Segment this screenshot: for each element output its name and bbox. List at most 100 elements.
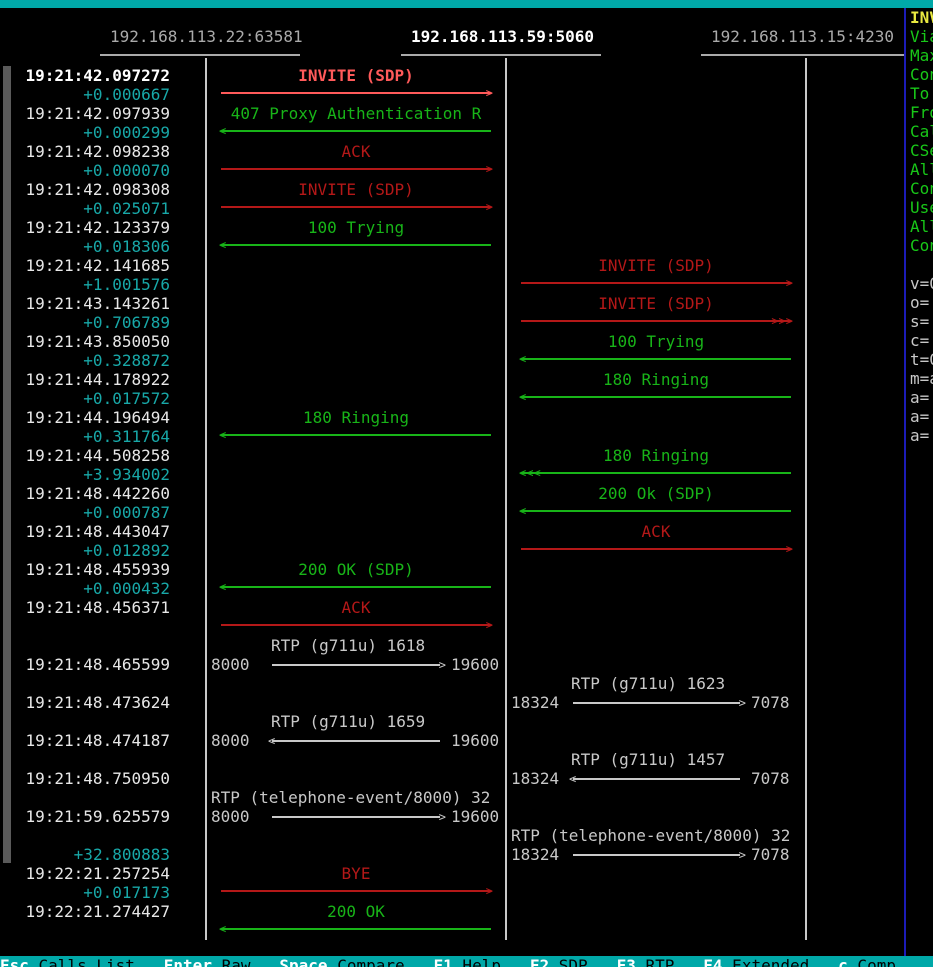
message-label[interactable]: INVITE (SDP) [221, 66, 491, 85]
timestamp[interactable]: 19:21:44.178922 [26, 370, 171, 389]
rtp-label[interactable]: RTP (g711u) 1457 [571, 750, 725, 769]
footer-label: Raw [211, 956, 251, 967]
timestamp[interactable]: 19:21:48.474187 [26, 731, 171, 750]
raw-line: Cal [910, 122, 933, 141]
rtp-label[interactable]: RTP (g711u) 1623 [571, 674, 725, 693]
raw-line: Via [910, 27, 933, 46]
timestamp[interactable]: 19:21:44.508258 [26, 446, 171, 465]
arrow-head-right-icon: > [785, 542, 793, 556]
message-label[interactable]: BYE [221, 864, 491, 883]
message-label[interactable]: 200 OK (SDP) [221, 560, 491, 579]
footer-key[interactable]: Space [279, 956, 327, 967]
timestamp[interactable]: 19:21:48.442260 [26, 484, 171, 503]
message-label[interactable]: ACK [221, 598, 491, 617]
arrow-head-left-icon: < [519, 390, 527, 404]
timestamp[interactable]: 19:21:43.143261 [26, 294, 171, 313]
arrow-head-left-icon: < [219, 580, 227, 594]
message-label[interactable]: 180 Ringing [521, 446, 791, 465]
keybinding-footer: Esc Calls List Enter Raw Space Compare F… [0, 956, 933, 967]
footer-key[interactable]: F4 [703, 956, 722, 967]
message-arrow[interactable]: > [521, 277, 793, 289]
footer-label: Help [452, 956, 501, 967]
timestamp[interactable]: 19:21:48.465599 [26, 655, 171, 674]
raw-title: INV [910, 8, 933, 27]
message-label[interactable]: INVITE (SDP) [521, 294, 791, 313]
timestamp[interactable]: 19:21:48.443047 [26, 522, 171, 541]
footer-label: Compare [327, 956, 405, 967]
message-arrow[interactable]: > [221, 619, 493, 631]
message-label[interactable]: INVITE (SDP) [521, 256, 791, 275]
footer-key[interactable]: F3 [617, 956, 636, 967]
message-arrow[interactable]: < [219, 581, 491, 593]
rtp-arrow[interactable]: > [573, 697, 746, 709]
footer-key[interactable]: Esc [0, 956, 29, 967]
message-arrow[interactable]: <<< [519, 467, 791, 479]
footer-key[interactable]: F2 [530, 956, 549, 967]
timestamp[interactable]: 19:21:42.097939 [26, 104, 171, 123]
message-label[interactable]: 180 Ringing [521, 370, 791, 389]
message-label[interactable]: 180 Ringing [221, 408, 491, 427]
message-arrow[interactable]: > [221, 87, 493, 99]
rtp-arrow[interactable]: > [573, 849, 746, 861]
timestamp[interactable]: 19:21:48.455939 [26, 560, 171, 579]
rtp-label[interactable]: RTP (g711u) 1618 [271, 636, 425, 655]
rtp-label[interactable]: RTP (telephone-event/8000) 32 [511, 826, 790, 845]
raw-line: Max [910, 46, 933, 65]
selection-scroll-indicator[interactable] [3, 66, 11, 863]
timestamp[interactable]: 19:21:48.750950 [26, 769, 171, 788]
message-arrow[interactable]: < [219, 239, 491, 251]
raw-line: m=a [910, 369, 933, 388]
rtp-src-port: 8000 [211, 655, 250, 674]
rtp-dst-port: 7078 [751, 769, 790, 788]
message-arrow[interactable]: < [219, 429, 491, 441]
footer-label: Comp [847, 956, 896, 967]
timestamp[interactable]: 19:21:59.625579 [26, 807, 171, 826]
footer-key[interactable]: c [838, 956, 848, 967]
message-label[interactable]: 100 Trying [521, 332, 791, 351]
message-label[interactable]: 407 Proxy Authentication R [221, 104, 491, 123]
message-label[interactable]: INVITE (SDP) [221, 180, 491, 199]
footer-text: Esc Calls List Enter Raw Space Compare F… [0, 956, 925, 967]
timestamp[interactable]: 19:21:42.141685 [26, 256, 171, 275]
timestamp[interactable]: 19:21:44.196494 [26, 408, 171, 427]
rtp-label[interactable]: RTP (g711u) 1659 [271, 712, 425, 731]
message-label[interactable]: ACK [221, 142, 491, 161]
message-arrow[interactable]: < [219, 923, 491, 935]
timestamp[interactable]: 19:22:21.257254 [26, 864, 171, 883]
message-arrow[interactable]: >>> [521, 315, 793, 327]
message-label[interactable]: ACK [521, 522, 791, 541]
time-delta: +0.328872 [83, 351, 170, 370]
timestamp[interactable]: 19:21:43.850050 [26, 332, 171, 351]
message-arrow[interactable]: > [521, 543, 793, 555]
host-underline-c [701, 54, 904, 56]
rtp-arrow[interactable]: > [272, 811, 446, 823]
message-arrow[interactable]: < [519, 391, 791, 403]
message-label[interactable]: 200 Ok (SDP) [521, 484, 791, 503]
rtp-label[interactable]: RTP (telephone-event/8000) 32 [211, 788, 490, 807]
footer-key[interactable]: Enter [164, 956, 212, 967]
rtp-arrow[interactable]: < [569, 773, 740, 785]
rtp-src-port: 18324 [511, 845, 560, 864]
timestamp[interactable]: 19:21:42.098308 [26, 180, 171, 199]
message-arrow[interactable]: > [221, 885, 493, 897]
message-arrow[interactable]: > [221, 163, 493, 175]
message-label[interactable]: 200 OK [221, 902, 491, 921]
message-arrow[interactable]: < [219, 125, 491, 137]
message-arrow[interactable]: < [519, 505, 791, 517]
timestamp[interactable]: 19:21:42.098238 [26, 142, 171, 161]
timestamp[interactable]: 19:21:48.456371 [26, 598, 171, 617]
timestamp[interactable]: 19:21:42.123379 [26, 218, 171, 237]
message-arrow[interactable]: > [221, 201, 493, 213]
arrow-head-right-icon: > [785, 276, 793, 290]
rtp-arrow[interactable]: > [272, 659, 446, 671]
footer-key[interactable]: F1 [434, 956, 453, 967]
footer-label: RTP [635, 956, 675, 967]
rtp-arrow[interactable]: < [268, 735, 440, 747]
timestamp[interactable]: 19:21:42.097272 [26, 66, 171, 85]
message-arrow[interactable]: < [519, 353, 791, 365]
timestamp[interactable]: 19:21:48.473624 [26, 693, 171, 712]
timestamp[interactable]: 19:22:21.274427 [26, 902, 171, 921]
rtp-dst-port: 7078 [751, 693, 790, 712]
message-label[interactable]: 100 Trying [221, 218, 491, 237]
arrow-head-right-icon: > [485, 618, 493, 632]
